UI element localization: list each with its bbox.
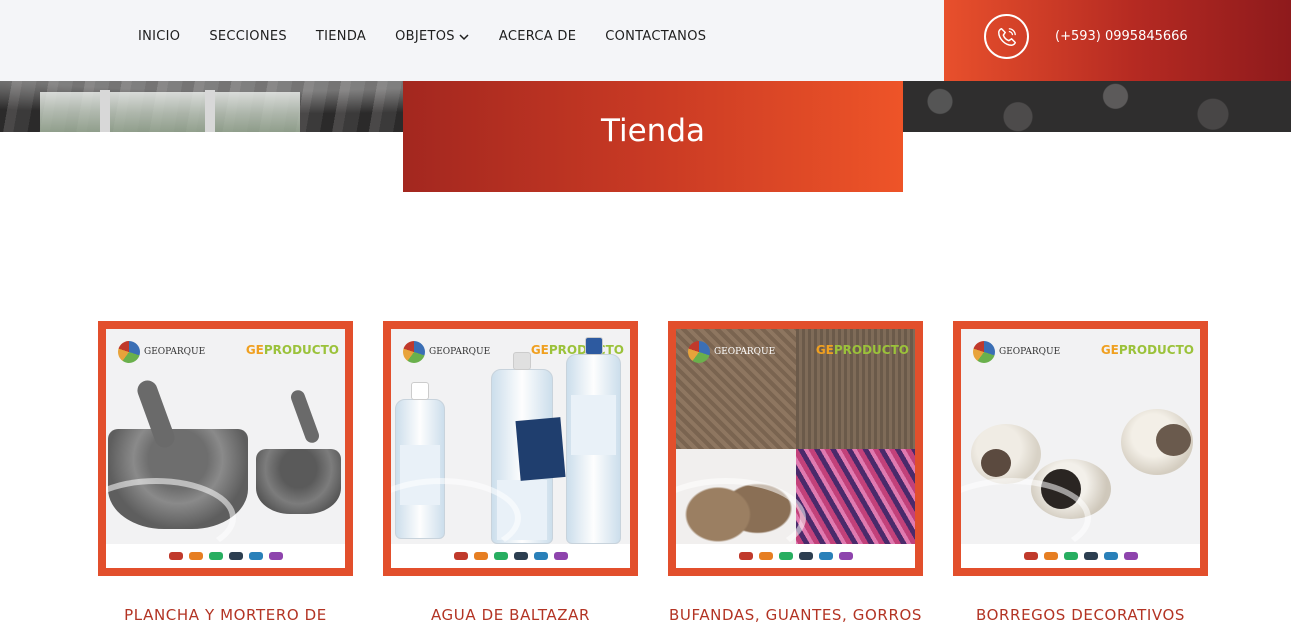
hero-grass [40,92,300,132]
geoproducto-logo: GEPRODUCTO [815,343,909,357]
product-card[interactable]: GEOPARQUE GEPRODUCTO BUFANDAS, GUANTES, … [668,321,923,624]
bottle-tag-image [515,417,566,481]
hero-post [100,90,110,132]
product-image[interactable]: GEOPARQUE GEPRODUCTO [98,321,353,576]
sheep-head-image [981,449,1011,477]
geoparque-logo: GEOPARQUE [403,341,490,363]
navbar: INICIO SECCIONES TIENDA OBJETOS ACERCA D… [0,0,944,81]
geoproducto-logo: GEPRODUCTO [1100,343,1194,357]
page: INICIO SECCIONES TIENDA OBJETOS ACERCA D… [0,0,1291,625]
nav-item-acerca-de[interactable]: ACERCA DE [499,29,576,44]
bottle-image [566,337,621,544]
sponsor-strip [391,544,630,568]
hero-rocks [901,81,1291,132]
phone-icon[interactable] [984,14,1029,59]
sponsor-strip [676,544,915,568]
product-image[interactable]: GEOPARQUE GEPRODUCTO [668,321,923,576]
page-title-box: Tienda [403,81,903,192]
hero-post [205,90,215,132]
product-image[interactable]: GEOPARQUE GEPRODUCTO [383,321,638,576]
geoproducto-logo: GEPRODUCTO [245,343,339,357]
geoparque-logo: GEOPARQUE [688,341,775,363]
phone-number[interactable]: (+593) 0995845666 [1055,29,1188,44]
chevron-down-icon [459,33,469,40]
sponsor-strip [106,544,345,568]
contact-box: (+593) 0995845666 [944,0,1291,81]
product-title[interactable]: PLANCHA Y MORTERO DE [98,606,353,624]
geoparque-logo: GEOPARQUE [973,341,1060,363]
nav-item-objetos[interactable]: OBJETOS [395,29,470,44]
product-title[interactable]: BUFANDAS, GUANTES, GORROS [668,606,923,624]
product-card[interactable]: GEOPARQUE GEPRODUCTO PLANCHA Y MORTERO D… [98,321,353,624]
nav-item-tienda[interactable]: TIENDA [316,29,366,44]
product-card[interactable]: GEOPARQUE GEPRODUCTO BORREGOS DECORATIVO… [953,321,1208,624]
nav-item-objetos-label: OBJETOS [395,29,455,44]
nav-item-contactanos[interactable]: CONTACTANOS [605,29,706,44]
nav-item-secciones[interactable]: SECCIONES [209,29,287,44]
sheep-head-image [1156,424,1191,456]
product-image[interactable]: GEOPARQUE GEPRODUCTO [953,321,1208,576]
sponsor-strip [961,544,1200,568]
geoparque-logo: GEOPARQUE [118,341,205,363]
product-card[interactable]: GEOPARQUE GEPRODUCTO AGUA DE BALTAZAR [383,321,638,624]
nav-item-inicio[interactable]: INICIO [138,29,180,44]
pestle-small-image [289,388,321,445]
product-title[interactable]: AGUA DE BALTAZAR [383,606,638,624]
nav-menu: INICIO SECCIONES TIENDA OBJETOS ACERCA D… [138,29,735,44]
mortar-small-image [256,449,341,514]
product-title[interactable]: BORREGOS DECORATIVOS [953,606,1208,624]
page-title: Tienda [601,112,705,149]
